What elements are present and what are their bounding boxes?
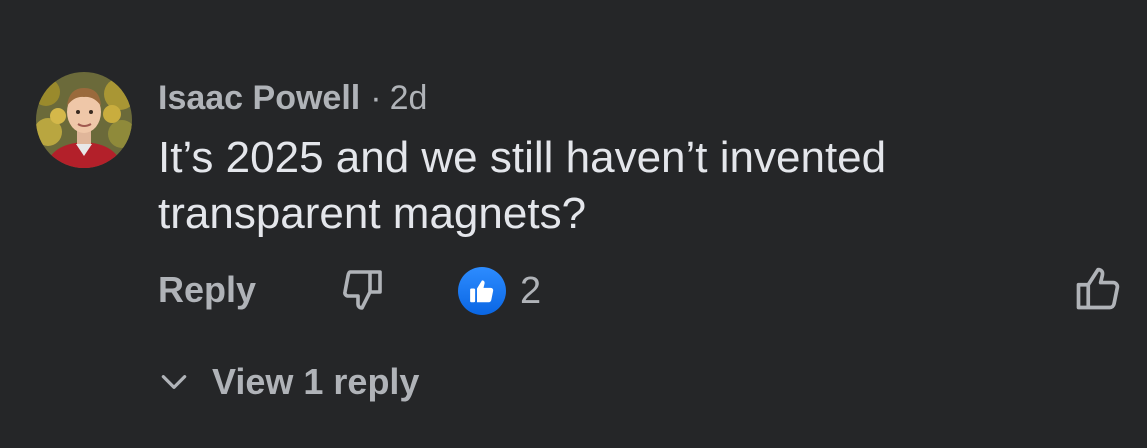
comment-text: It’s 2025 and we still haven’t invented … [158,133,887,238]
author-name[interactable]: Isaac Powell [158,79,360,117]
reply-button[interactable]: Reply [158,270,256,310]
comment-header: Isaac Powell · 2d [158,78,427,118]
thumbs-up-outline-icon [1076,267,1120,310]
reaction-count: 2 [520,270,542,312]
comment: Isaac Powell · 2d It’s 2025 and we still h… [0,0,1147,448]
separator-dot: · [370,79,382,117]
like-reaction-icon [458,267,506,315]
like-button[interactable] [1072,262,1124,314]
dislike-button[interactable] [340,266,388,314]
profile-photo [36,72,132,168]
thumbs-down-outline-icon [343,270,382,310]
chevron-down-icon [161,375,187,389]
avatar[interactable] [36,72,132,168]
comment-actions: Reply 2 [158,262,1120,318]
view-replies-button[interactable]: View 1 reply [158,360,419,404]
view-replies-label: View 1 reply [212,361,420,402]
reaction-summary[interactable]: 2 [458,266,541,316]
timestamp[interactable]: 2d [390,79,428,117]
